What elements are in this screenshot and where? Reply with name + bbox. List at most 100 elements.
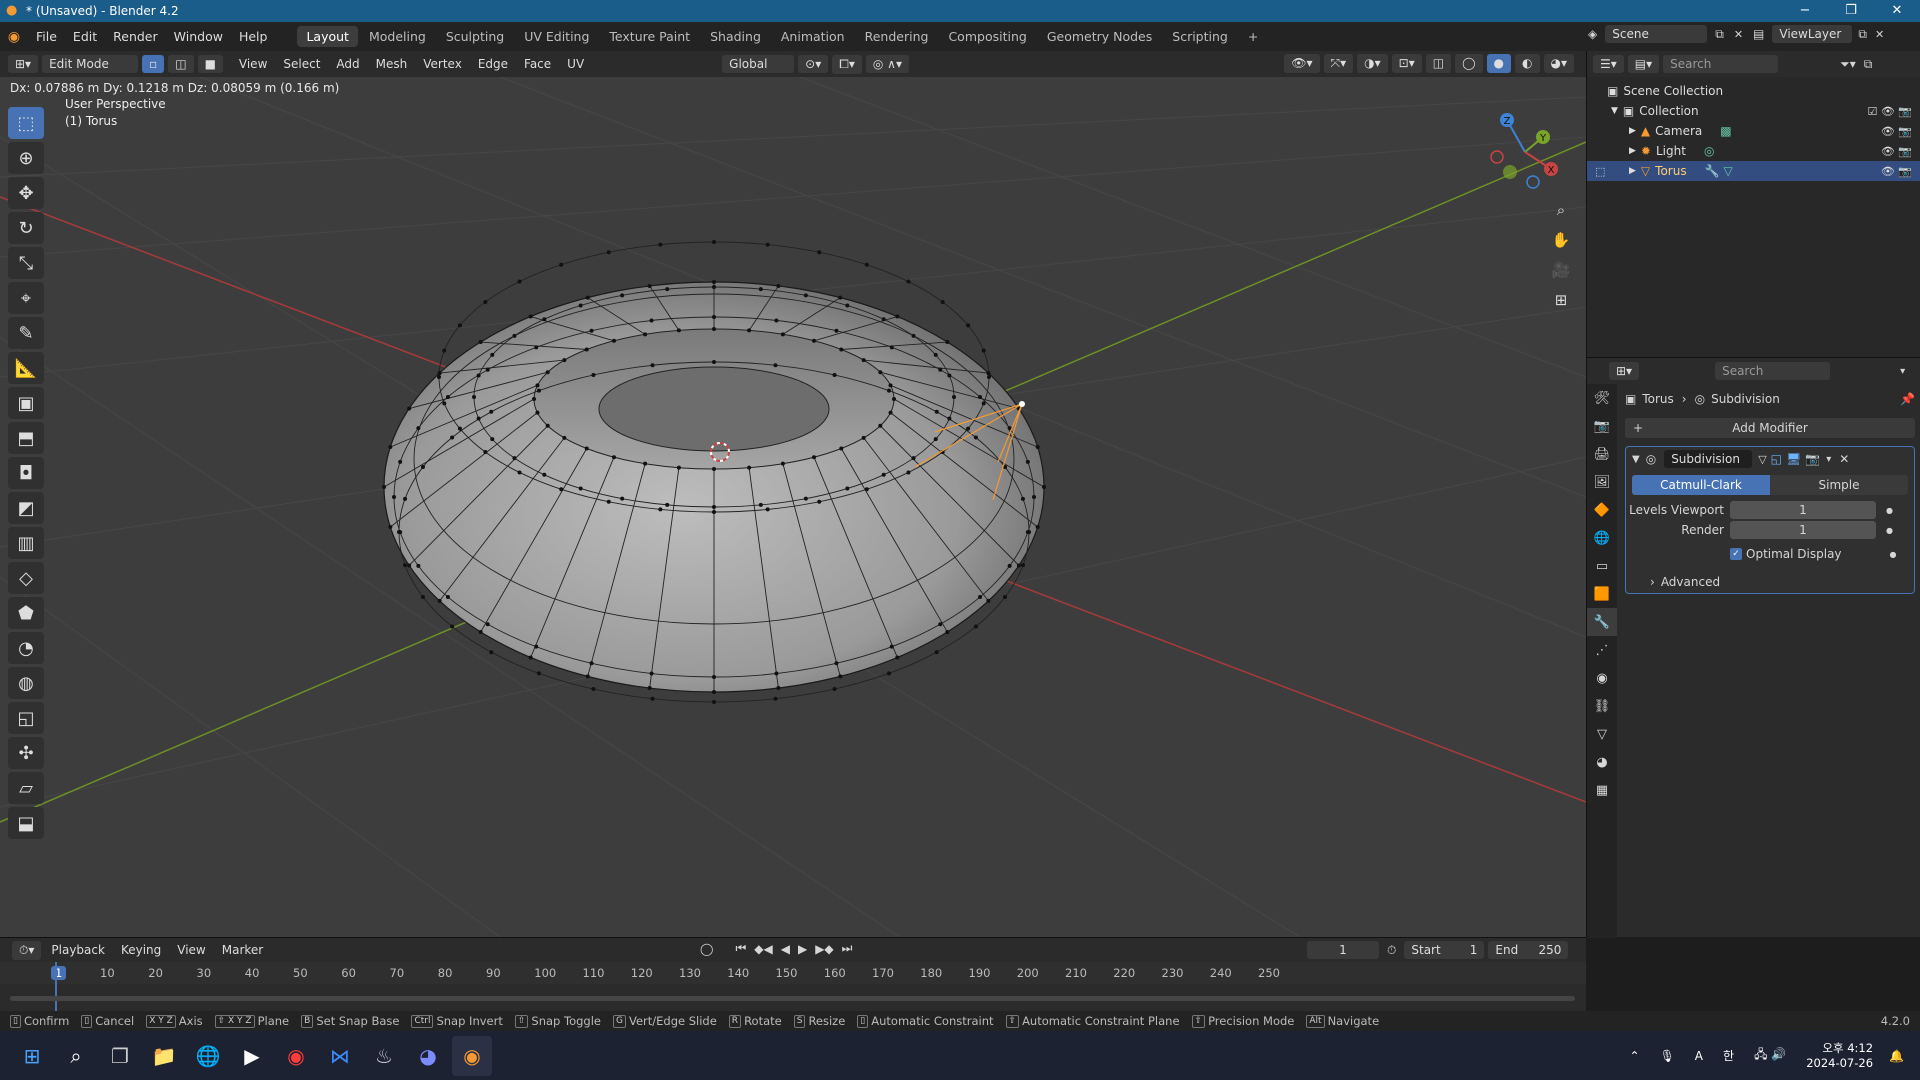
snap-icon[interactable]: ⧠▾ (832, 54, 862, 74)
file-explorer-icon[interactable]: 📁 (144, 1036, 184, 1076)
render-levels-field[interactable]: 1 (1730, 521, 1876, 539)
pan-hand-icon[interactable]: ✋ (1548, 225, 1574, 255)
material-tab-icon[interactable]: ◕ (1587, 748, 1617, 776)
close-button[interactable]: ✕ (1874, 0, 1920, 22)
menu-edit[interactable]: Edit (65, 29, 105, 44)
delete-scene-icon[interactable]: ✕ (1734, 28, 1743, 41)
rip-tool-icon[interactable]: ⬓ (8, 807, 44, 839)
tray-overflow-icon[interactable]: ⌃ (1630, 1049, 1640, 1063)
timeline-view-menu[interactable]: View (169, 943, 213, 957)
pin-icon[interactable]: 📌 (1900, 392, 1915, 406)
menu-help[interactable]: Help (231, 29, 276, 44)
modifier-name-input[interactable]: Subdivision (1664, 450, 1753, 468)
tab-geometry-nodes[interactable]: Geometry Nodes (1038, 26, 1161, 47)
chevron-right-icon[interactable]: ▶ (1629, 146, 1636, 156)
outliner-scene-collection[interactable]: ▣ Scene Collection (1587, 81, 1920, 101)
data-tab-icon[interactable]: ▽ (1587, 720, 1617, 748)
jump-keyframe-forward-icon[interactable]: ▶◆ (815, 942, 833, 956)
menu-vertex[interactable]: Vertex (415, 57, 470, 71)
overlay-icon[interactable]: ◑▾ (1357, 54, 1388, 73)
xray-icon[interactable]: ◫ (1425, 54, 1452, 73)
properties-editor-type-icon[interactable]: ⊞▾ (1609, 362, 1640, 380)
add-modifier-button[interactable]: + Add Modifier (1625, 418, 1915, 438)
move-tool-icon[interactable]: ✥ (8, 177, 44, 209)
menu-uv[interactable]: UV (559, 57, 592, 71)
torus-visibility-icons[interactable]: 👁 📷 (1881, 165, 1912, 178)
jump-keyframe-back-icon[interactable]: ◆◀ (754, 942, 772, 956)
end-frame-field[interactable]: End 250 (1488, 941, 1569, 959)
edge-select-icon[interactable]: ◫ (168, 55, 194, 73)
jump-end-icon[interactable]: ⏭ (842, 941, 853, 956)
camera-visibility-icons[interactable]: 👁 📷 (1881, 125, 1912, 138)
keyframe-dot-icon[interactable]: ● (1890, 550, 1897, 559)
modifier-cage-icon[interactable]: ◱ (1771, 452, 1782, 466)
filter-icon[interactable]: ⏷▾ (1840, 57, 1856, 72)
output-tab-icon[interactable]: 🖨 (1587, 440, 1617, 468)
loop-cut-tool-icon[interactable]: ▥ (8, 527, 44, 559)
add-workspace-icon[interactable]: + (1239, 26, 1267, 47)
outliner-collection[interactable]: ▼ ▣ Collection ☑ 👁 📷 (1587, 101, 1920, 121)
new-collection-icon[interactable]: ⧉ (1864, 57, 1873, 72)
current-frame-field[interactable]: 1 (1307, 941, 1379, 959)
visual-studio-icon[interactable]: ⋈ (320, 1036, 360, 1076)
new-viewlayer-icon[interactable]: ⧉ (1858, 27, 1867, 42)
collection-visibility-icons[interactable]: ☑ 👁 📷 (1867, 105, 1912, 118)
tool-tab-icon[interactable]: 🛠 (1587, 384, 1617, 412)
tab-uv-editing[interactable]: UV Editing (515, 26, 598, 47)
proportional-edit-icon[interactable]: ◎ ∧▾ (865, 55, 909, 73)
playback-menu[interactable]: Playback (43, 943, 113, 957)
playhead[interactable] (55, 962, 57, 1012)
windows-start-icon[interactable]: ⊞ (12, 1036, 52, 1076)
gizmo-icon[interactable]: ⤧▾ (1323, 54, 1354, 73)
youtube-music-icon[interactable]: ◉ (276, 1036, 316, 1076)
material-shading-icon[interactable]: ◐ (1515, 54, 1540, 73)
scene-selector[interactable]: Scene (1605, 25, 1708, 43)
menu-mesh[interactable]: Mesh (368, 57, 416, 71)
smooth-tool-icon[interactable]: ◍ (8, 667, 44, 699)
chevron-right-icon[interactable]: ▶ (1629, 126, 1636, 136)
menu-add[interactable]: Add (328, 57, 367, 71)
chevron-down-icon[interactable]: ▼ (1611, 106, 1618, 116)
modifier-viewport-icon[interactable]: 🖥 (1786, 452, 1801, 466)
tab-sculpting[interactable]: Sculpting (437, 26, 513, 47)
catmull-clark-button[interactable]: Catmull-Clark (1632, 475, 1770, 495)
modifier-dropdown-icon[interactable]: ▾ (1826, 454, 1831, 465)
menu-window[interactable]: Window (166, 29, 231, 44)
advanced-subpanel[interactable]: › Advanced (1626, 573, 1914, 591)
vertex-select-icon[interactable]: ▫ (142, 55, 165, 73)
modifier-tab-icon[interactable]: 🔧 (1587, 608, 1617, 636)
knife-tool-icon[interactable]: ◇ (8, 562, 44, 594)
rotate-tool-icon[interactable]: ↻ (8, 212, 44, 244)
delete-viewlayer-icon[interactable]: ✕ (1875, 28, 1884, 41)
ortho-toggle-icon[interactable]: ⊞ (1548, 285, 1574, 315)
edit-mode-icon[interactable]: ⬚ (1595, 165, 1605, 178)
pivot-point-icon[interactable]: ⊙▾ (798, 55, 829, 73)
ime-indicator[interactable]: A (1695, 1049, 1703, 1063)
modifier-wrench-icon[interactable]: 🔧 (1705, 164, 1720, 178)
shear-tool-icon[interactable]: ▱ (8, 772, 44, 804)
minimize-button[interactable]: − (1782, 0, 1828, 22)
transform-orientation-selector[interactable]: Global (722, 55, 795, 73)
face-select-icon[interactable]: ■ (197, 55, 223, 73)
cursor-tool-icon[interactable]: ⊕ (8, 142, 44, 174)
editor-type-icon[interactable]: ⊞▾ (8, 55, 39, 73)
zoom-icon[interactable]: ⌕ (1548, 195, 1574, 225)
display-mode-icon[interactable]: ▤▾ (1627, 55, 1660, 73)
keyframe-dot-icon[interactable]: ● (1886, 506, 1893, 515)
scene-tab-icon[interactable]: 🔶 (1587, 496, 1617, 524)
wireframe-shading-icon[interactable]: ◯ (1455, 54, 1483, 73)
tab-compositing[interactable]: Compositing (939, 26, 1035, 47)
search-icon[interactable]: ⌕ (56, 1036, 96, 1076)
3d-viewport[interactable]: Dx: 0.07886 m Dy: 0.1218 m Dz: 0.08059 m… (0, 77, 1586, 937)
tab-rendering[interactable]: Rendering (856, 26, 938, 47)
timeline-scrollbar[interactable] (10, 996, 1575, 1001)
menu-render[interactable]: Render (105, 29, 166, 44)
constraints-tab-icon[interactable]: ⛓ (1587, 692, 1617, 720)
camera-view-icon[interactable]: 🎥 (1548, 255, 1574, 285)
play-reverse-icon[interactable]: ◀ (781, 942, 790, 956)
media-player-icon[interactable]: ▶ (232, 1036, 272, 1076)
start-frame-field[interactable]: Start 1 (1404, 941, 1485, 959)
optimal-display-checkbox[interactable]: ✓ (1730, 548, 1742, 560)
poly-build-tool-icon[interactable]: ⬟ (8, 597, 44, 629)
discord-icon[interactable]: ◕ (408, 1036, 448, 1076)
